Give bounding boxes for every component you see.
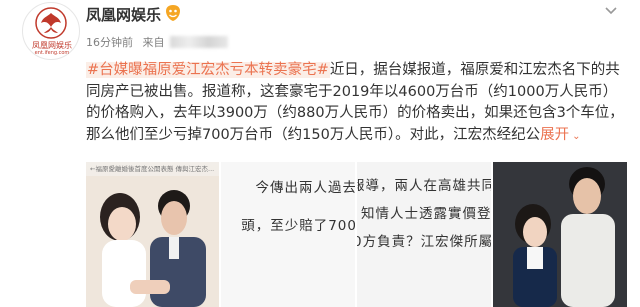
expand-link[interactable]: 展开 ⌄	[540, 127, 580, 143]
hashtag-link[interactable]: #台媒曝福原爱江宏杰亏本转卖豪宅#	[86, 62, 330, 78]
post-time[interactable]: 16分钟前	[86, 36, 133, 49]
photo-2-line-1: 今傳出兩人過去	[255, 180, 356, 196]
verified-badge-icon	[166, 5, 180, 21]
couple-photo-illustration	[86, 176, 219, 307]
chevron-down-icon[interactable]	[604, 6, 618, 16]
logo-subtext: ent.ifeng.com	[34, 50, 70, 56]
photo-1[interactable]: ←福原愛離婚後首度公開表態 傳與江宏杰...	[86, 162, 219, 307]
source-blurred	[170, 36, 228, 48]
expand-label: 展开	[540, 126, 570, 143]
photo-3-line-3: 0方負責？江宏傑所屬	[357, 234, 491, 250]
photo-3[interactable]: 報導，兩人在高雄共同 知情人士透露實價登 0方負責？江宏傑所屬	[357, 162, 491, 307]
photo-2-line-3: 頭，至少賠了700	[241, 218, 355, 234]
avatar[interactable]: 凤凰网娱乐 ent.ifeng.com	[22, 2, 80, 60]
photo-3-line-1: 報導，兩人在高雄共同	[357, 178, 491, 194]
photo-2[interactable]: 今傳出兩人過去 頭，至少賠了700	[221, 162, 355, 307]
source-prefix: 来自	[142, 36, 165, 49]
post-text: #台媒曝福原爱江宏杰亏本转卖豪宅#近日，据台媒报道，福原爱和江宏杰名下的共同房产…	[86, 60, 626, 147]
couple-event-illustration	[493, 162, 627, 307]
expand-chevron-icon: ⌄	[572, 130, 581, 142]
post-meta: 16分钟前 来自	[86, 34, 228, 50]
photo-4[interactable]	[493, 162, 627, 307]
phoenix-logo-icon	[35, 7, 67, 39]
photo-3-line-2: 知情人士透露實價登	[361, 206, 491, 222]
username-link[interactable]: 凤凰网娱乐	[86, 4, 161, 25]
